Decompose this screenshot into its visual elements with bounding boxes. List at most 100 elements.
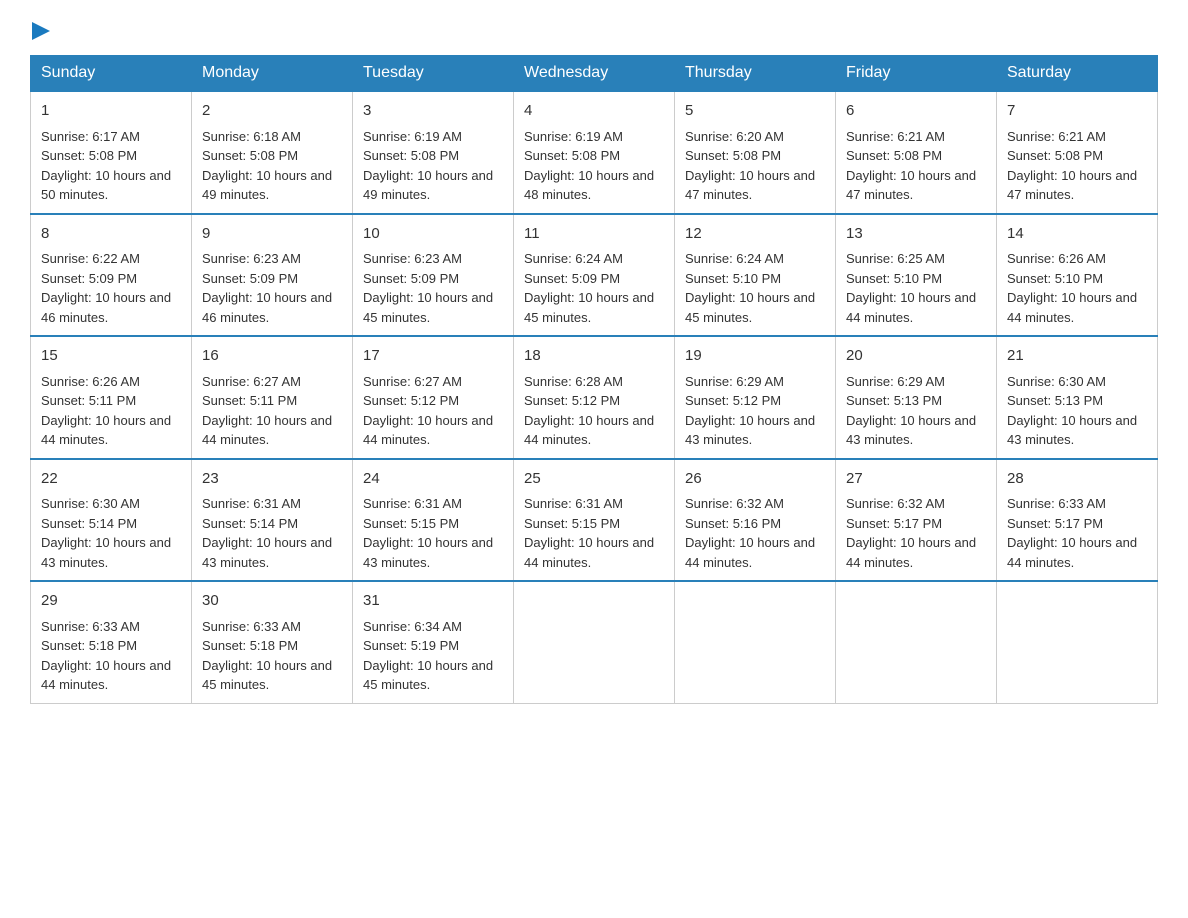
calendar-cell: 20Sunrise: 6:29 AMSunset: 5:13 PMDayligh…	[836, 336, 997, 459]
daylight-text: Daylight: 10 hours and 44 minutes.	[202, 411, 342, 450]
daylight-text: Daylight: 10 hours and 44 minutes.	[846, 288, 986, 327]
sunset-text: Sunset: 5:12 PM	[363, 391, 503, 411]
sunrise-text: Sunrise: 6:27 AM	[202, 372, 342, 392]
calendar-cell: 24Sunrise: 6:31 AMSunset: 5:15 PMDayligh…	[353, 459, 514, 582]
sunset-text: Sunset: 5:09 PM	[363, 269, 503, 289]
weekday-header-wednesday: Wednesday	[514, 56, 675, 92]
sunset-text: Sunset: 5:19 PM	[363, 636, 503, 656]
sunrise-text: Sunrise: 6:27 AM	[363, 372, 503, 392]
sunset-text: Sunset: 5:12 PM	[524, 391, 664, 411]
sunset-text: Sunset: 5:14 PM	[202, 514, 342, 534]
daylight-text: Daylight: 10 hours and 44 minutes.	[1007, 288, 1147, 327]
calendar-week-1: 1Sunrise: 6:17 AMSunset: 5:08 PMDaylight…	[31, 91, 1158, 214]
calendar-cell: 22Sunrise: 6:30 AMSunset: 5:14 PMDayligh…	[31, 459, 192, 582]
daylight-text: Daylight: 10 hours and 49 minutes.	[202, 166, 342, 205]
daylight-text: Daylight: 10 hours and 44 minutes.	[524, 411, 664, 450]
logo-icon	[32, 22, 50, 40]
day-number: 24	[363, 468, 503, 491]
calendar-cell: 19Sunrise: 6:29 AMSunset: 5:12 PMDayligh…	[675, 336, 836, 459]
calendar-week-5: 29Sunrise: 6:33 AMSunset: 5:18 PMDayligh…	[31, 581, 1158, 703]
calendar-cell: 30Sunrise: 6:33 AMSunset: 5:18 PMDayligh…	[192, 581, 353, 703]
day-number: 27	[846, 468, 986, 491]
sunrise-text: Sunrise: 6:17 AM	[41, 127, 181, 147]
day-number: 13	[846, 223, 986, 246]
calendar-cell: 8Sunrise: 6:22 AMSunset: 5:09 PMDaylight…	[31, 214, 192, 337]
daylight-text: Daylight: 10 hours and 45 minutes.	[685, 288, 825, 327]
sunset-text: Sunset: 5:15 PM	[363, 514, 503, 534]
day-number: 1	[41, 100, 181, 123]
sunrise-text: Sunrise: 6:28 AM	[524, 372, 664, 392]
day-number: 30	[202, 590, 342, 613]
sunset-text: Sunset: 5:12 PM	[685, 391, 825, 411]
sunrise-text: Sunrise: 6:22 AM	[41, 249, 181, 269]
calendar-cell	[836, 581, 997, 703]
sunset-text: Sunset: 5:08 PM	[524, 146, 664, 166]
day-number: 31	[363, 590, 503, 613]
daylight-text: Daylight: 10 hours and 45 minutes.	[363, 656, 503, 695]
sunset-text: Sunset: 5:08 PM	[363, 146, 503, 166]
sunset-text: Sunset: 5:13 PM	[1007, 391, 1147, 411]
day-number: 19	[685, 345, 825, 368]
daylight-text: Daylight: 10 hours and 43 minutes.	[41, 533, 181, 572]
sunrise-text: Sunrise: 6:26 AM	[1007, 249, 1147, 269]
weekday-header-tuesday: Tuesday	[353, 56, 514, 92]
daylight-text: Daylight: 10 hours and 48 minutes.	[524, 166, 664, 205]
sunset-text: Sunset: 5:09 PM	[202, 269, 342, 289]
calendar-week-2: 8Sunrise: 6:22 AMSunset: 5:09 PMDaylight…	[31, 214, 1158, 337]
day-number: 16	[202, 345, 342, 368]
day-number: 15	[41, 345, 181, 368]
sunrise-text: Sunrise: 6:29 AM	[846, 372, 986, 392]
calendar-cell: 26Sunrise: 6:32 AMSunset: 5:16 PMDayligh…	[675, 459, 836, 582]
calendar-cell: 27Sunrise: 6:32 AMSunset: 5:17 PMDayligh…	[836, 459, 997, 582]
daylight-text: Daylight: 10 hours and 47 minutes.	[1007, 166, 1147, 205]
sunset-text: Sunset: 5:09 PM	[41, 269, 181, 289]
sunset-text: Sunset: 5:11 PM	[41, 391, 181, 411]
sunrise-text: Sunrise: 6:32 AM	[685, 494, 825, 514]
weekday-header-saturday: Saturday	[997, 56, 1158, 92]
daylight-text: Daylight: 10 hours and 43 minutes.	[846, 411, 986, 450]
calendar-cell: 7Sunrise: 6:21 AMSunset: 5:08 PMDaylight…	[997, 91, 1158, 214]
calendar-cell: 25Sunrise: 6:31 AMSunset: 5:15 PMDayligh…	[514, 459, 675, 582]
calendar-cell: 5Sunrise: 6:20 AMSunset: 5:08 PMDaylight…	[675, 91, 836, 214]
day-number: 11	[524, 223, 664, 246]
sunset-text: Sunset: 5:14 PM	[41, 514, 181, 534]
sunrise-text: Sunrise: 6:33 AM	[202, 617, 342, 637]
page-header	[30, 20, 1158, 45]
calendar-cell: 11Sunrise: 6:24 AMSunset: 5:09 PMDayligh…	[514, 214, 675, 337]
day-number: 26	[685, 468, 825, 491]
day-number: 3	[363, 100, 503, 123]
sunrise-text: Sunrise: 6:24 AM	[685, 249, 825, 269]
day-number: 25	[524, 468, 664, 491]
calendar-cell: 21Sunrise: 6:30 AMSunset: 5:13 PMDayligh…	[997, 336, 1158, 459]
calendar-cell: 28Sunrise: 6:33 AMSunset: 5:17 PMDayligh…	[997, 459, 1158, 582]
sunset-text: Sunset: 5:15 PM	[524, 514, 664, 534]
daylight-text: Daylight: 10 hours and 46 minutes.	[41, 288, 181, 327]
calendar-cell: 12Sunrise: 6:24 AMSunset: 5:10 PMDayligh…	[675, 214, 836, 337]
daylight-text: Daylight: 10 hours and 45 minutes.	[202, 656, 342, 695]
calendar-body: 1Sunrise: 6:17 AMSunset: 5:08 PMDaylight…	[31, 91, 1158, 703]
day-number: 4	[524, 100, 664, 123]
daylight-text: Daylight: 10 hours and 47 minutes.	[685, 166, 825, 205]
calendar-cell: 13Sunrise: 6:25 AMSunset: 5:10 PMDayligh…	[836, 214, 997, 337]
sunset-text: Sunset: 5:08 PM	[846, 146, 986, 166]
daylight-text: Daylight: 10 hours and 44 minutes.	[363, 411, 503, 450]
sunset-text: Sunset: 5:08 PM	[685, 146, 825, 166]
daylight-text: Daylight: 10 hours and 43 minutes.	[685, 411, 825, 450]
calendar-week-3: 15 Sunrise: 6:26 AMSunset: 5:11 PM Dayligh…	[31, 336, 1158, 459]
calendar-cell: 2Sunrise: 6:18 AMSunset: 5:08 PMDaylight…	[192, 91, 353, 214]
daylight-text: Daylight: 10 hours and 47 minutes.	[846, 166, 986, 205]
sunrise-text: Sunrise: 6:19 AM	[363, 127, 503, 147]
daylight-text: Daylight: 10 hours and 46 minutes.	[202, 288, 342, 327]
sunrise-text: Sunrise: 6:26 AM	[41, 372, 181, 392]
sunset-text: Sunset: 5:09 PM	[524, 269, 664, 289]
sunrise-text: Sunrise: 6:31 AM	[524, 494, 664, 514]
calendar-header: SundayMondayTuesdayWednesdayThursdayFrid…	[31, 56, 1158, 92]
daylight-text: Daylight: 10 hours and 44 minutes.	[41, 656, 181, 695]
sunrise-text: Sunrise: 6:21 AM	[1007, 127, 1147, 147]
sunrise-text: Sunrise: 6:30 AM	[41, 494, 181, 514]
day-number: 10	[363, 223, 503, 246]
calendar-cell: 31Sunrise: 6:34 AMSunset: 5:19 PMDayligh…	[353, 581, 514, 703]
calendar-cell: 16Sunrise: 6:27 AMSunset: 5:11 PMDayligh…	[192, 336, 353, 459]
sunset-text: Sunset: 5:10 PM	[685, 269, 825, 289]
day-number: 28	[1007, 468, 1147, 491]
